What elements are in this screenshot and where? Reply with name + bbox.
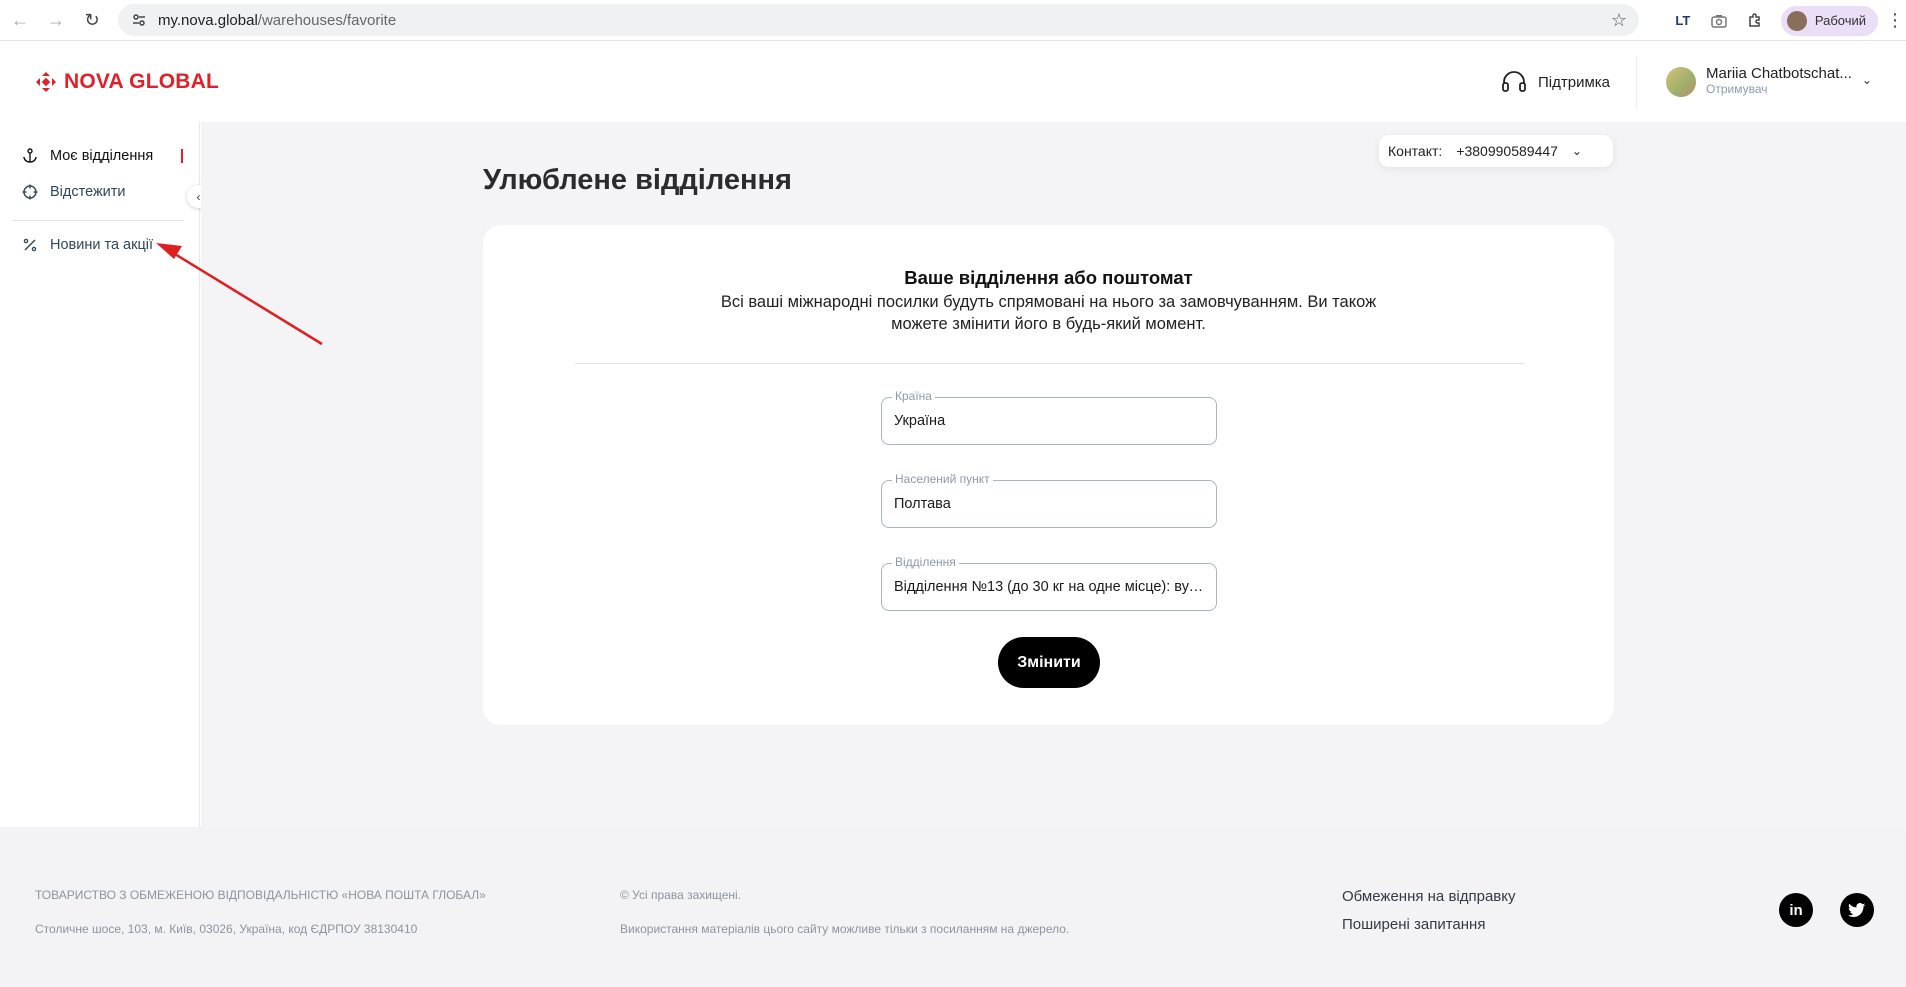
twitter-icon[interactable] xyxy=(1840,893,1874,927)
percent-icon xyxy=(22,237,38,253)
contact-label: Контакт: xyxy=(1388,143,1443,159)
footer-link-restrictions[interactable]: Обмеження на відправку xyxy=(1342,888,1516,905)
nova-global-logo[interactable]: NOVA GLOBAL xyxy=(35,70,219,94)
city-field[interactable]: Населений пункт Полтава xyxy=(881,472,1217,528)
card-description: Всі ваші міжнародні посилки будуть спрям… xyxy=(483,291,1614,335)
logo-mark-icon xyxy=(35,71,57,93)
country-field-label: Країна xyxy=(892,389,935,403)
user-avatar xyxy=(1666,66,1696,97)
forward-icon[interactable]: → xyxy=(38,2,74,38)
branch-field-value: Відділення №13 (до 30 кг на одне місце):… xyxy=(894,579,1204,595)
main-content: Улюблене відділення Контакт: +3809905894… xyxy=(201,122,1906,827)
branch-field[interactable]: Відділення Відділення №13 (до 30 кг на о… xyxy=(881,555,1217,611)
sidebar-item-news[interactable]: Новини та акції xyxy=(22,237,153,253)
address-bar[interactable]: my.nova.global/warehouses/favorite ☆ xyxy=(118,4,1639,36)
chevron-down-icon: ⌄ xyxy=(1571,144,1582,158)
footer-link-faq[interactable]: Поширені запитання xyxy=(1342,916,1485,933)
sidebar-item-label: Відстежити xyxy=(50,184,126,200)
sidebar-item-track[interactable]: Відстежити xyxy=(22,184,126,200)
sidebar-item-my-branch[interactable]: Моє відділення xyxy=(22,148,153,164)
footer-rights: © Усі права захищені. xyxy=(620,888,742,902)
browser-menu-icon[interactable]: ⋮ xyxy=(1884,10,1906,31)
contact-phone: +380990589447 xyxy=(1456,143,1558,159)
profile-label: Рабочий xyxy=(1814,13,1866,28)
footer-address: Столичне шосе, 103, м. Київ, 03026, Укра… xyxy=(35,922,418,936)
url-host: my.nova.global xyxy=(158,11,258,29)
change-button[interactable]: Змінити xyxy=(998,637,1100,688)
card-desc-line-2: можете змінити його в будь-який момент. xyxy=(891,315,1206,333)
sidebar-item-label: Новини та акції xyxy=(50,237,154,253)
user-menu[interactable]: Mariia Chatbotschat... Отримувач ⌄ xyxy=(1666,66,1872,97)
linkedin-icon[interactable]: in xyxy=(1779,893,1813,927)
linkedin-label: in xyxy=(1789,901,1803,919)
support-link[interactable]: Підтримка xyxy=(1500,70,1610,94)
card-title: Ваше відділення або поштомат xyxy=(904,267,1193,288)
footer: ТОВАРИСТВО З ОБМЕЖЕНОЮ ВІДПОВІДАЛЬНІСТЮ … xyxy=(0,827,1906,987)
card-divider xyxy=(575,363,1525,364)
sidebar: Моє відділення Відстежити Новини та акці… xyxy=(0,122,200,827)
chevron-down-icon: ⌄ xyxy=(1861,72,1872,87)
browser-toolbar: ← → ↻ my.nova.global/warehouses/favorite… xyxy=(0,0,1906,41)
contact-selector[interactable]: Контакт: +380990589447 ⌄ xyxy=(1379,135,1613,167)
back-icon[interactable]: ← xyxy=(2,2,38,38)
favorite-branch-card: Ваше відділення або поштомат Всі ваші мі… xyxy=(483,225,1614,725)
city-field-label: Населений пункт xyxy=(892,472,993,486)
sidebar-divider xyxy=(12,220,184,221)
screenshot-extension-icon[interactable] xyxy=(1701,3,1737,39)
country-field-value: Україна xyxy=(894,413,946,429)
extensions-puzzle-icon[interactable] xyxy=(1737,3,1773,39)
chevron-left-icon: ‹ xyxy=(196,189,201,204)
card-desc-line-1: Всі ваші міжнародні посилки будуть спрям… xyxy=(720,293,1377,311)
footer-company: ТОВАРИСТВО З ОБМЕЖЕНОЮ ВІДПОВІДАЛЬНІСТЮ … xyxy=(35,888,486,902)
reload-icon[interactable]: ↻ xyxy=(74,2,110,38)
branch-field-label: Відділення xyxy=(892,555,959,569)
anchor-icon xyxy=(22,148,38,164)
profile-avatar xyxy=(1786,10,1807,31)
languagetool-extension-icon[interactable]: LT xyxy=(1665,3,1701,39)
page-title: Улюблене відділення xyxy=(483,164,792,196)
active-indicator xyxy=(181,149,183,163)
logo-text: NOVA GLOBAL xyxy=(64,70,220,93)
headset-icon xyxy=(1502,71,1526,92)
city-field-value: Полтава xyxy=(894,496,951,512)
app-header: NOVA GLOBAL Підтримка Mariia Chatbotscha… xyxy=(0,42,1906,122)
support-label: Підтримка xyxy=(1538,73,1611,91)
country-field[interactable]: Країна Україна xyxy=(881,389,1217,445)
url-text: my.nova.global/warehouses/favorite xyxy=(158,12,396,29)
ext-lt-label: LT xyxy=(1675,13,1691,28)
user-name: Mariia Chatbotschat... xyxy=(1706,65,1852,82)
site-info-icon[interactable] xyxy=(130,11,148,29)
footer-usage: Використання матеріалів цього сайту можл… xyxy=(620,922,1070,936)
bookmark-star-icon[interactable]: ☆ xyxy=(1611,10,1627,31)
user-role: Отримувач xyxy=(1706,82,1768,96)
header-divider xyxy=(1636,56,1637,108)
browser-profile-button[interactable]: Рабочий xyxy=(1780,5,1878,36)
sidebar-item-label: Моє відділення xyxy=(50,148,154,164)
url-path: /warehouses/favorite xyxy=(257,11,397,29)
crosshair-icon xyxy=(22,184,38,200)
